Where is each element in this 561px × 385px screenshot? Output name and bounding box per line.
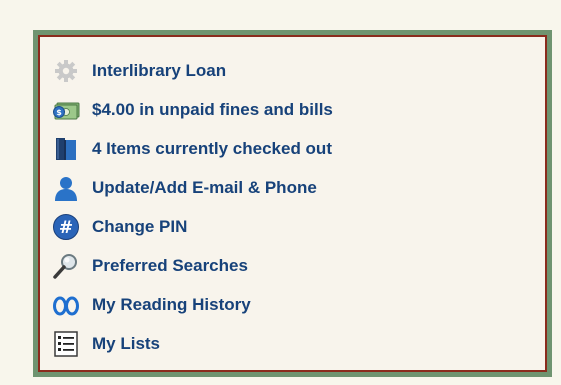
menu-item-label[interactable]: Preferred Searches [92, 256, 248, 276]
books-icon [52, 135, 80, 163]
svg-text:$: $ [56, 108, 62, 117]
menu-item-label[interactable]: My Reading History [92, 295, 251, 315]
menu-item-preferred-searches[interactable]: Preferred Searches [52, 246, 545, 285]
menu-item-label[interactable]: $4.00 in unpaid fines and bills [92, 100, 333, 120]
account-menu-frame: Interlibrary Loan $ $4.00 in unpaid fine… [33, 30, 552, 377]
person-icon [52, 174, 80, 202]
menu-item-label[interactable]: Change PIN [92, 217, 187, 237]
hash-icon: # [52, 213, 80, 241]
menu-item-reading-history[interactable]: My Reading History [52, 285, 545, 324]
account-menu-box: Interlibrary Loan $ $4.00 in unpaid fine… [38, 35, 547, 372]
menu-item-fines[interactable]: $ $4.00 in unpaid fines and bills [52, 90, 545, 129]
svg-text:#: # [59, 218, 73, 238]
menu-item-label[interactable]: Update/Add E-mail & Phone [92, 178, 317, 198]
gear-icon [52, 57, 80, 85]
menu-item-label[interactable]: My Lists [92, 334, 160, 354]
menu-item-interlibrary-loan[interactable]: Interlibrary Loan [52, 51, 545, 90]
magnifier-icon [52, 252, 80, 280]
menu-item-update-contact[interactable]: Update/Add E-mail & Phone [52, 168, 545, 207]
menu-item-change-pin[interactable]: # Change PIN [52, 207, 545, 246]
menu-item-label[interactable]: 4 Items currently checked out [92, 139, 332, 159]
list-icon [52, 330, 80, 358]
money-icon: $ [52, 96, 80, 124]
menu-item-label[interactable]: Interlibrary Loan [92, 61, 226, 81]
account-menu-list: Interlibrary Loan $ $4.00 in unpaid fine… [52, 51, 545, 363]
glasses-icon [52, 291, 80, 319]
menu-item-my-lists[interactable]: My Lists [52, 324, 545, 363]
menu-item-checked-out[interactable]: 4 Items currently checked out [52, 129, 545, 168]
